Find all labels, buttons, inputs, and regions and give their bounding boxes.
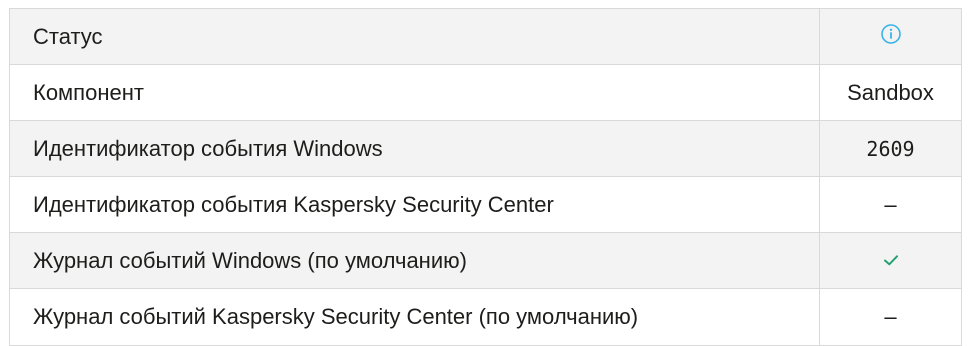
table-row-status: Статус xyxy=(9,8,962,65)
row-value-ksc-event-id: – xyxy=(819,176,962,233)
table-row-component: Компонент Sandbox xyxy=(9,64,962,121)
row-label-ksc-event-id: Идентификатор события Kaspersky Security… xyxy=(9,176,820,233)
event-properties-table-container: Статус Компонент Sandbox Идентификатор с… xyxy=(9,8,962,346)
row-value-component: Sandbox xyxy=(819,64,962,121)
table-row-windows-event-id: Идентификатор события Windows 2609 xyxy=(9,120,962,177)
row-value-windows-event-id: 2609 xyxy=(819,120,962,177)
table-row-ksc-event-log: Журнал событий Kaspersky Security Center… xyxy=(9,288,962,346)
checkmark-icon xyxy=(881,248,901,274)
row-value-ksc-event-log: – xyxy=(819,288,962,346)
row-label-windows-event-log: Журнал событий Windows (по умолчанию) xyxy=(9,232,820,289)
event-properties-table: Статус Компонент Sandbox Идентификатор с… xyxy=(9,8,962,346)
row-label-ksc-event-log: Журнал событий Kaspersky Security Center… xyxy=(9,288,820,346)
row-label-status: Статус xyxy=(9,8,820,65)
row-label-windows-event-id: Идентификатор события Windows xyxy=(9,120,820,177)
table-row-windows-event-log: Журнал событий Windows (по умолчанию) xyxy=(9,232,962,289)
info-icon xyxy=(880,23,902,51)
row-value-windows-event-log xyxy=(819,232,962,289)
row-value-status xyxy=(819,8,962,65)
table-row-ksc-event-id: Идентификатор события Kaspersky Security… xyxy=(9,176,962,233)
row-label-component: Компонент xyxy=(9,64,820,121)
